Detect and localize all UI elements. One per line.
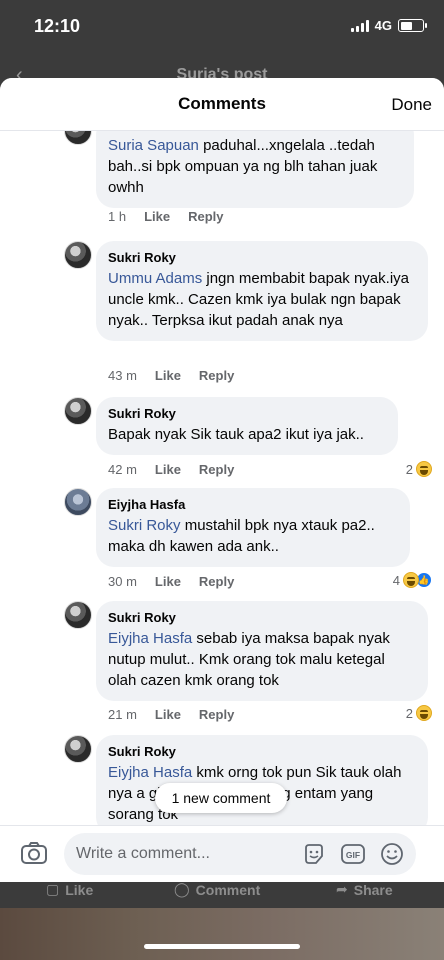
- reply-button[interactable]: Reply: [188, 209, 223, 224]
- like-button[interactable]: Like: [155, 707, 181, 722]
- avatar[interactable]: [64, 397, 92, 425]
- like-button[interactable]: Like: [155, 574, 181, 589]
- comment-meta: 1 h Like Reply: [108, 209, 242, 224]
- mention-link[interactable]: Ummu Adams: [108, 270, 202, 287]
- reply-button[interactable]: Reply: [199, 368, 234, 383]
- comment-input-wrapper: GIF: [64, 833, 416, 875]
- speech-bubble-icon: ◯: [174, 881, 190, 897]
- avatar[interactable]: [64, 488, 92, 516]
- reaction-count[interactable]: 2: [406, 705, 432, 721]
- background-share: ➦ Share: [336, 881, 393, 898]
- comment-meta: 42 m Like Reply: [108, 462, 252, 477]
- status-bar: 12:10 4G: [0, 0, 444, 50]
- comment-time: 21 m: [108, 707, 137, 722]
- signal-icon: [350, 19, 369, 32]
- background-comment-label: Comment: [195, 881, 261, 898]
- like-button[interactable]: Like: [144, 209, 170, 224]
- comment-time: 42 m: [108, 462, 137, 477]
- haha-reaction-icon: [416, 705, 432, 721]
- comment-list[interactable]: Suria Sapuan paduhal...xngelala ..tedah …: [0, 131, 444, 825]
- comment-time: 30 m: [108, 574, 137, 589]
- sticker-icon[interactable]: [302, 842, 326, 866]
- haha-reaction-icon: [403, 572, 419, 588]
- comment-bubble: Suria Sapuan paduhal...xngelala ..tedah …: [96, 131, 414, 208]
- comment-bubble: Sukri Roky Bapak nyak Sik tauk apa2 ikut…: [96, 397, 398, 455]
- reply-button[interactable]: Reply: [199, 574, 234, 589]
- comment-text: Bapak nyak Sik tauk apa2 ikut iya jak..: [108, 426, 364, 443]
- svg-text:GIF: GIF: [346, 850, 360, 860]
- comment-time: 43 m: [108, 368, 137, 383]
- background-share-label: Share: [353, 881, 393, 898]
- share-arrow-icon: ➦: [336, 881, 348, 897]
- reply-button[interactable]: Reply: [199, 462, 234, 477]
- haha-reaction-icon: [416, 461, 432, 477]
- comment-item: Sukri Roky Ummu Adams jngn membabit bapa…: [0, 241, 444, 396]
- status-time: 12:10: [34, 16, 81, 36]
- comment-bubble: Sukri Roky Ummu Adams jngn membabit bapa…: [96, 241, 428, 341]
- reaction-count[interactable]: 4 👍: [393, 572, 432, 588]
- battery-icon: [398, 19, 427, 32]
- mention-link[interactable]: Eiyjha Hasfa: [108, 764, 192, 781]
- like-button[interactable]: Like: [155, 368, 181, 383]
- comment-input[interactable]: [76, 833, 296, 875]
- comment-meta: 30 m Like Reply: [108, 574, 252, 589]
- avatar[interactable]: [64, 601, 92, 629]
- comment-author[interactable]: Sukri Roky: [108, 249, 416, 267]
- sheet-header: Comments Done: [0, 78, 444, 131]
- home-indicator[interactable]: [144, 944, 300, 949]
- emoji-icon[interactable]: [380, 842, 404, 866]
- status-indicators: 4G: [350, 18, 427, 33]
- like-button[interactable]: Like: [155, 462, 181, 477]
- camera-icon[interactable]: [20, 841, 48, 865]
- background-photo: [0, 908, 444, 960]
- comment-time: 1 h: [108, 209, 127, 224]
- reaction-number: 4: [392, 572, 400, 588]
- reaction-count[interactable]: 2: [406, 461, 432, 477]
- comment-meta: 21 m Like Reply: [108, 707, 252, 722]
- avatar[interactable]: [64, 241, 92, 269]
- network-type: 4G: [374, 18, 392, 33]
- mention-link[interactable]: Suria Sapuan: [108, 137, 199, 154]
- done-button[interactable]: Done: [391, 95, 432, 115]
- thumb-up-icon: ▢: [46, 881, 60, 897]
- background-comment: ◯ Comment: [174, 881, 260, 898]
- background-like-label: Like: [65, 881, 94, 898]
- mention-link[interactable]: Sukri Roky: [108, 517, 181, 534]
- comment-author[interactable]: Sukri Roky: [108, 609, 416, 627]
- comment-item: Sukri Roky Bapak nyak Sik tauk apa2 ikut…: [0, 397, 444, 489]
- avatar[interactable]: [64, 131, 92, 145]
- mention-link[interactable]: Eiyjha Hasfa: [108, 630, 192, 647]
- background-like: ▢ Like: [46, 881, 93, 898]
- comment-bubble: Sukri Roky Eiyjha Hasfa sebab iya maksa …: [96, 601, 428, 701]
- comment-author[interactable]: Sukri Roky: [108, 743, 416, 761]
- comments-sheet: Comments Done Suria Sapuan paduhal...xng…: [0, 78, 444, 882]
- comment-composer: GIF: [0, 825, 444, 882]
- reaction-number: 2: [405, 705, 413, 721]
- comment-bubble: Eiyjha Hasfa Sukri Roky mustahil bpk nya…: [96, 488, 410, 567]
- comment-meta: 43 m Like Reply: [108, 368, 252, 383]
- reaction-number: 2: [405, 461, 413, 477]
- sheet-title: Comments: [178, 94, 266, 113]
- avatar[interactable]: [64, 735, 92, 763]
- gif-icon[interactable]: GIF: [340, 842, 366, 866]
- new-comment-pill[interactable]: 1 new comment: [155, 783, 287, 813]
- reply-button[interactable]: Reply: [199, 707, 234, 722]
- comment-item: Suria Sapuan paduhal...xngelala ..tedah …: [0, 131, 444, 241]
- comment-item: Sukri Roky Eiyjha Hasfa sebab iya maksa …: [0, 601, 444, 731]
- comment-author[interactable]: Sukri Roky: [108, 405, 386, 423]
- comment-author[interactable]: Eiyjha Hasfa: [108, 496, 398, 514]
- comment-item: Eiyjha Hasfa Sukri Roky mustahil bpk nya…: [0, 488, 444, 598]
